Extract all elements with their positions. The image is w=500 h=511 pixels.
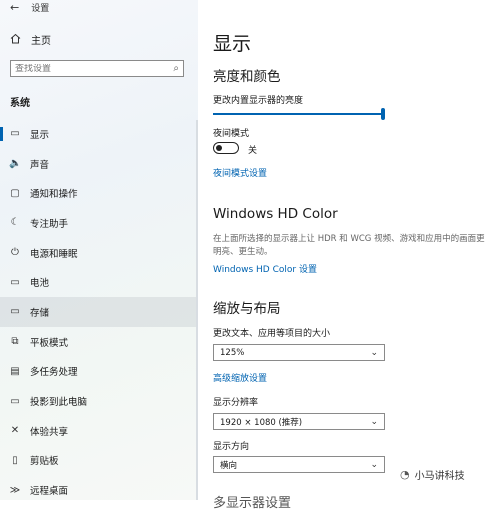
search-box[interactable]: ⌕ — [10, 60, 184, 77]
night-light-settings-link[interactable]: 夜间模式设置 — [213, 166, 267, 179]
resolution-value: 1920 × 1080 (推荐) — [220, 417, 303, 428]
sidebar-divider — [196, 120, 198, 500]
orientation-label: 显示方向 — [213, 442, 250, 452]
sidebar-item-label: 通知和操作 — [30, 189, 78, 201]
scale-label: 更改文本、应用等项目的大小 — [213, 329, 331, 339]
resolution-label: 显示分辨率 — [213, 398, 259, 408]
resolution-dropdown[interactable]: 1920 × 1080 (推荐) ⌄ — [213, 413, 385, 430]
wechat-icon: ◔ — [400, 468, 410, 481]
scale-dropdown[interactable]: 125% ⌄ — [213, 344, 385, 361]
sidebar-item-shared-experiences[interactable]: ✕ 体验共享 — [0, 416, 198, 446]
sidebar-item-label: 平板模式 — [30, 337, 69, 349]
watermark-text: 小马讲科技 — [414, 471, 465, 482]
hd-color-heading: Windows HD Color — [213, 206, 338, 222]
scale-value: 125% — [220, 347, 245, 358]
sidebar-item-display[interactable]: ▭ 显示 — [0, 119, 198, 149]
hd-color-settings-link[interactable]: Windows HD Color 设置 — [213, 262, 317, 275]
toggle-knob — [216, 144, 222, 151]
display-settings-panel: 显示 亮度和颜色 更改内置显示器的亮度 夜间模式 关 夜间模式设置 Window… — [213, 0, 500, 500]
sidebar-item-label: 专注助手 — [30, 218, 69, 230]
storage-icon: ▭ — [10, 306, 20, 318]
focus-assist-icon: ☾ — [10, 217, 20, 229]
advanced-scaling-link[interactable]: 高级缩放设置 — [213, 371, 267, 384]
brightness-slider[interactable] — [213, 108, 385, 120]
sidebar-item-power-sleep[interactable]: ⏻ 电源和睡眠 — [0, 238, 198, 268]
sidebar-nav: ▭ 显示 🔈 声音 ▢ 通知和操作 ☾ 专注助手 ⏻ 电源和睡眠 ▭ 电池 ▭ … — [0, 119, 198, 500]
shared-experiences-icon: ✕ — [10, 425, 20, 437]
multitasking-icon: ▤ — [10, 365, 20, 377]
remote-desktop-icon: ≫ — [9, 484, 21, 496]
chevron-down-icon: ⌄ — [370, 347, 378, 358]
watermark: ◔ 小马讲科技 — [400, 467, 465, 482]
sidebar-item-label: 电源和睡眠 — [30, 248, 78, 260]
sidebar-item-notifications[interactable]: ▢ 通知和操作 — [0, 178, 198, 208]
sidebar-item-sound[interactable]: 🔈 声音 — [0, 149, 198, 179]
scale-layout-heading: 缩放与布局 — [213, 301, 281, 317]
sidebar-item-battery[interactable]: ▭ 电池 — [0, 267, 198, 297]
chevron-down-icon: ⌄ — [370, 459, 378, 470]
section-title: 系统 — [10, 98, 30, 109]
night-light-state: 关 — [248, 146, 258, 156]
sidebar-item-clipboard[interactable]: ▯ 剪贴板 — [0, 446, 198, 476]
night-light-toggle[interactable] — [213, 142, 239, 154]
brightness-color-heading: 亮度和颜色 — [213, 69, 281, 85]
sidebar: ← 设置 主页 ⌕ 系统 ▭ 显示 🔈 声音 ▢ 通知和操作 ☾ 专注助手 ⏻ — [0, 0, 198, 500]
title-bar: ← 设置 — [10, 0, 49, 14]
window-title: 设置 — [31, 3, 50, 14]
multi-display-heading-partial: 多显示器设置 — [213, 496, 292, 511]
search-input[interactable] — [15, 63, 174, 74]
power-icon: ⏻ — [11, 247, 19, 259]
sidebar-item-focus-assist[interactable]: ☾ 专注助手 — [0, 208, 198, 238]
sidebar-item-label: 体验共享 — [30, 426, 69, 438]
hd-color-description: 在上面所选择的显示器上让 HDR 和 WCG 视频、游戏和应用中的画面更明亮、更… — [213, 234, 485, 257]
clipboard-icon: ▯ — [12, 454, 18, 466]
home-label: 主页 — [31, 36, 51, 47]
slider-track — [213, 113, 385, 115]
sound-icon: 🔈 — [9, 158, 22, 170]
slider-thumb[interactable] — [381, 108, 385, 120]
notification-icon: ▢ — [10, 187, 20, 199]
night-light-label: 夜间模式 — [213, 129, 250, 139]
sidebar-item-tablet-mode[interactable]: ⧉ 平板模式 — [0, 327, 198, 357]
search-icon[interactable]: ⌕ — [173, 63, 179, 74]
sidebar-item-label: 显示 — [30, 129, 50, 141]
back-arrow-icon[interactable]: ← — [10, 1, 19, 14]
display-icon: ▭ — [10, 128, 20, 140]
orientation-dropdown[interactable]: 横向 ⌄ — [213, 456, 385, 473]
tablet-mode-icon: ⧉ — [11, 336, 19, 348]
sidebar-item-label: 远程桌面 — [30, 486, 69, 498]
sidebar-item-label: 存储 — [30, 307, 50, 319]
sidebar-item-label: 声音 — [30, 159, 50, 171]
sidebar-item-home[interactable]: 主页 — [10, 32, 51, 47]
sidebar-item-label: 电池 — [30, 278, 50, 290]
sidebar-item-label: 多任务处理 — [30, 367, 78, 379]
page-title: 显示 — [213, 33, 252, 55]
sidebar-item-remote-desktop[interactable]: ≫ 远程桌面 — [0, 475, 198, 500]
orientation-value: 横向 — [220, 460, 238, 471]
project-icon: ▭ — [10, 395, 20, 407]
sidebar-item-multitasking[interactable]: ▤ 多任务处理 — [0, 357, 198, 387]
sidebar-item-label: 投影到此电脑 — [30, 397, 88, 409]
home-icon — [10, 33, 22, 47]
sidebar-item-label: 剪贴板 — [30, 456, 59, 468]
sidebar-item-project-to-pc[interactable]: ▭ 投影到此电脑 — [0, 386, 198, 416]
chevron-down-icon: ⌄ — [370, 416, 378, 427]
battery-icon: ▭ — [10, 276, 20, 288]
sidebar-item-storage[interactable]: ▭ 存储 — [0, 297, 198, 327]
brightness-label: 更改内置显示器的亮度 — [213, 96, 304, 106]
